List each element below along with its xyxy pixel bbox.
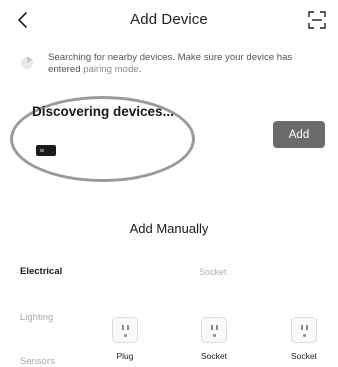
socket-icon	[291, 317, 317, 343]
product-socket[interactable]: Socket	[192, 317, 236, 361]
category-electrical[interactable]: Electrical	[20, 266, 62, 277]
socket-section-label: Socket	[199, 267, 227, 277]
product-label: Socket	[291, 351, 317, 361]
product-label: Plug	[116, 351, 134, 361]
product-socket[interactable]: Socket	[282, 317, 326, 361]
add-manually-title: Add Manually	[129, 221, 209, 236]
scan-icon[interactable]	[308, 11, 326, 29]
category-sensors[interactable]: Sensors	[20, 356, 55, 367]
search-status-end: .	[138, 64, 142, 75]
product-plug[interactable]: Plug	[103, 317, 147, 361]
add-button[interactable]: Add	[273, 121, 325, 148]
page-title: Add Device	[130, 11, 208, 28]
search-status-text: Searching for nearby devices. Make sure …	[48, 52, 323, 76]
pairing-mode-link[interactable]: pairing mode	[83, 64, 138, 75]
socket-icon	[201, 317, 227, 343]
searching-spinner-icon	[21, 57, 33, 69]
product-label: Socket	[201, 351, 227, 361]
category-lighting[interactable]: Lighting	[20, 312, 53, 323]
discovered-device-image[interactable]	[36, 145, 56, 156]
plug-icon	[112, 317, 138, 343]
discovering-title: Discovering devices...	[32, 104, 174, 119]
